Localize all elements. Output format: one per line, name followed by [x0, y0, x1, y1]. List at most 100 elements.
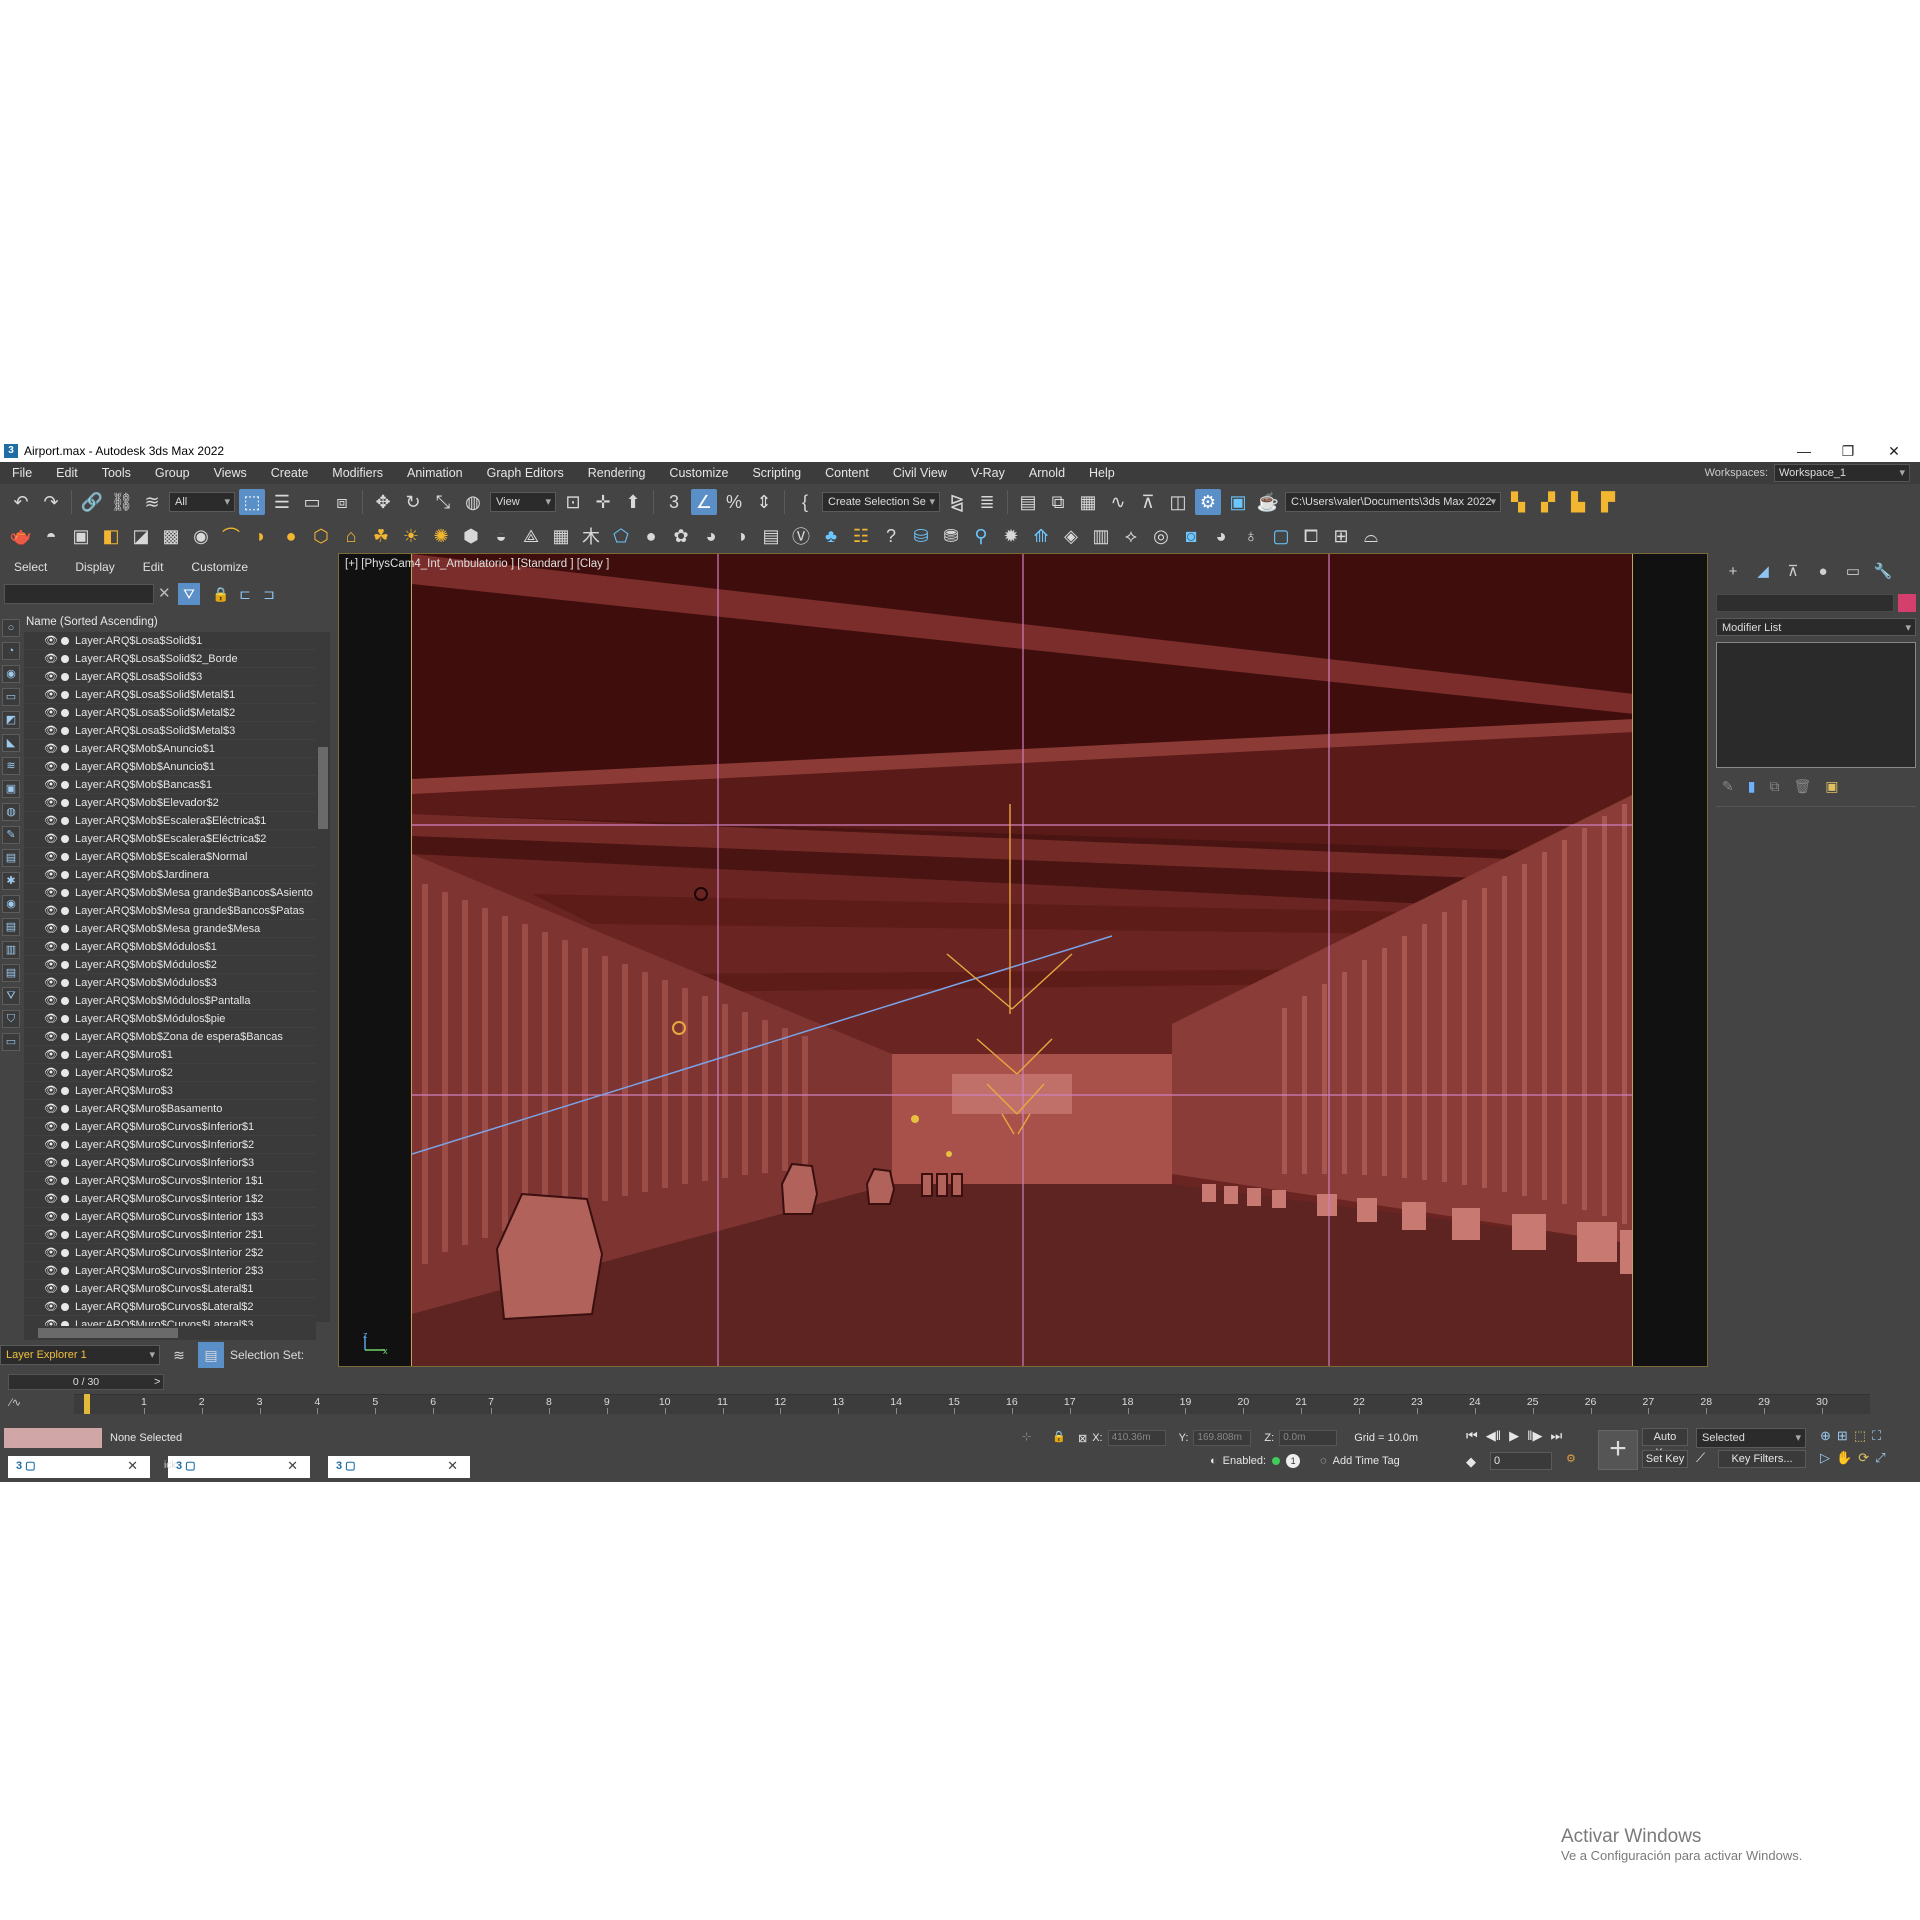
visibility-eye-icon[interactable]: 👁 [44, 670, 58, 683]
visibility-eye-icon[interactable]: 👁 [44, 832, 58, 845]
workspace-dropdown[interactable]: Workspace_1 [1774, 464, 1910, 482]
freeze-toggle-icon[interactable] [61, 1050, 69, 1059]
angle-snap-icon[interactable]: ∠ [691, 489, 717, 515]
freeze-toggle-icon[interactable] [61, 1302, 69, 1311]
create-tab-icon[interactable]: + [1722, 562, 1744, 582]
make-unique-icon[interactable]: ⧉ [1769, 778, 1779, 795]
visibility-eye-icon[interactable]: 👁 [44, 976, 58, 989]
menu-item[interactable]: Customize [657, 466, 740, 480]
ies-light-icon[interactable]: ⬡ [308, 523, 334, 549]
render-production-icon[interactable]: ☕ [1255, 489, 1281, 515]
visibility-eye-icon[interactable]: 👁 [44, 1174, 58, 1187]
project-save-icon[interactable]: ▙ [1565, 489, 1591, 515]
remove-modifier-icon[interactable]: 🗑 [1793, 778, 1811, 795]
forest-icon[interactable]: ♣ [818, 523, 844, 549]
hierarchy-tab-icon[interactable]: ⊼ [1782, 562, 1804, 582]
layer-row[interactable]: 👁 Layer:ARQ$Muro$Curvos$Inferior$3 [24, 1154, 316, 1172]
key-filters-button[interactable]: Key Filters... [1718, 1450, 1806, 1468]
menu-item[interactable]: Animation [395, 466, 475, 480]
sun-light-icon[interactable]: ● [278, 523, 304, 549]
layer-explorer-menu-item[interactable]: Display [61, 560, 128, 574]
selection-filter-dropdown[interactable]: All [169, 492, 235, 512]
manipulate-icon[interactable]: ✛ [590, 489, 616, 515]
layer-row[interactable]: 👁 Layer:ARQ$Mob$Mesa grande$Bancos$Asient… [24, 884, 316, 902]
freeze-toggle-icon[interactable] [61, 906, 69, 915]
vfb-icon[interactable]: ▩ [158, 523, 184, 549]
layer-row[interactable]: 👁 Layer:ARQ$Muro$Curvos$Lateral$2 [24, 1298, 316, 1316]
visibility-eye-icon[interactable]: 👁 [44, 634, 58, 647]
layer-row[interactable]: 👁 Layer:ARQ$Muro$Curvos$Lateral$1 [24, 1280, 316, 1298]
display-cameras-icon[interactable]: ◩ [2, 711, 20, 729]
display-hidden-icon[interactable]: ◉ [2, 895, 20, 913]
layer-row[interactable]: 👁 Layer:ARQ$Muro$Basamento [24, 1100, 316, 1118]
close-tab-icon[interactable]: ✕ [447, 1458, 458, 1474]
vray-lister-icon[interactable]: ◧ [98, 523, 124, 549]
filter-toggle-icon[interactable]: ⛛ [2, 987, 20, 1005]
menu-item[interactable]: Modifiers [320, 466, 395, 480]
close-button[interactable]: ✕ [1872, 440, 1916, 462]
visibility-eye-icon[interactable]: 👁 [44, 958, 58, 971]
material-editor-icon[interactable]: ◫ [1165, 489, 1191, 515]
zoom-all-icon[interactable]: ⊞ [1837, 1428, 1848, 1444]
layer-row[interactable]: 👁 Layer:ARQ$Losa$Solid$Metal$1 [24, 686, 316, 704]
freeze-toggle-icon[interactable] [61, 1230, 69, 1239]
scale-icon[interactable]: ⤡ [430, 489, 456, 515]
menu-item[interactable]: Help [1077, 466, 1127, 480]
spinner-snap-icon[interactable]: ⇕ [751, 489, 777, 515]
visibility-eye-icon[interactable]: 👁 [44, 922, 58, 935]
edit-named-selection-icon[interactable]: { [792, 489, 818, 515]
select-by-name-icon[interactable]: ☰ [269, 489, 295, 515]
freeze-toggle-icon[interactable] [61, 1140, 69, 1149]
visibility-eye-icon[interactable]: 👁 [44, 724, 58, 737]
curve-toggle-icon[interactable]: ∕∿ [10, 1396, 70, 1414]
arnold-bulb-icon[interactable]: ♁ [1238, 523, 1264, 549]
camera-viewport[interactable]: [+] [PhysCam4_Int_Ambulatorio ] [Standar… [338, 553, 1708, 1367]
freeze-toggle-icon[interactable] [61, 1248, 69, 1257]
arnold-light-icon[interactable]: ⚲ [968, 523, 994, 549]
layer-explorer-menu-item[interactable]: Edit [129, 560, 178, 574]
freeze-toggle-icon[interactable] [61, 924, 69, 933]
display-xrefs-icon[interactable]: ◍ [2, 803, 20, 821]
freeze-toggle-icon[interactable] [61, 1212, 69, 1221]
ambient-light-icon[interactable]: ✺ [428, 523, 454, 549]
layer-row[interactable]: 👁 Layer:ARQ$Muro$Curvos$Interior 1$3 [24, 1208, 316, 1226]
freeze-toggle-icon[interactable] [61, 942, 69, 951]
window-crossing-icon[interactable]: ⧈ [329, 489, 355, 515]
modify-tab-icon[interactable]: ◢ [1752, 562, 1774, 582]
layer-row[interactable]: 👁 Layer:ARQ$Muro$2 [24, 1064, 316, 1082]
layer-row[interactable]: 👁 Layer:ARQ$Muro$Curvos$Inferior$2 [24, 1136, 316, 1154]
named-selection-dropdown[interactable]: Create Selection Se [822, 492, 940, 512]
display-spacewarps-icon[interactable]: ≋ [2, 757, 20, 775]
layer-row[interactable]: 👁 Layer:ARQ$Muro$Curvos$Interior 1$1 [24, 1172, 316, 1190]
freeze-toggle-icon[interactable] [61, 1266, 69, 1275]
freeze-toggle-icon[interactable] [61, 1158, 69, 1167]
motion-tab-icon[interactable]: ● [1812, 562, 1834, 582]
freeze-toggle-icon[interactable] [61, 690, 69, 699]
vray-camera-icon[interactable]: ◪ [128, 523, 154, 549]
dome-light-icon[interactable]: ⌒ [218, 523, 244, 549]
add-time-tag[interactable]: Add Time Tag [1333, 1455, 1400, 1467]
project-settings-icon[interactable]: ▛ [1595, 489, 1621, 515]
freeze-toggle-icon[interactable] [61, 852, 69, 861]
current-frame-marker[interactable] [84, 1394, 90, 1414]
name-column-header[interactable]: Name (Sorted Ascending) [24, 613, 334, 632]
key-mode-icon[interactable]: ◆ [1466, 1454, 1476, 1470]
layer-row[interactable]: 👁 Layer:ARQ$Mob$Módulos$1 [24, 938, 316, 956]
set-keys-icon[interactable]: + [1598, 1430, 1638, 1470]
menu-item[interactable]: V-Ray [959, 466, 1017, 480]
display-helpers-icon[interactable]: ◣ [2, 734, 20, 752]
filter-options-icon[interactable]: ⛉ [2, 1010, 20, 1028]
go-to-start-icon[interactable]: ⏮ [1466, 1428, 1478, 1444]
redo-icon[interactable]: ↷ [38, 489, 64, 515]
light-point-icon[interactable] [946, 1151, 952, 1157]
list-icon[interactable]: ☷ [848, 523, 874, 549]
utilities-tab-icon[interactable]: 🔧 [1872, 562, 1894, 582]
display-shapes-icon[interactable]: ▭ [2, 688, 20, 706]
ref-coord-dropdown[interactable]: View [490, 492, 556, 512]
rendered-frame-icon[interactable]: ▣ [1225, 489, 1251, 515]
scene-tab[interactable]: ick 3 ▢ ✕ [164, 1456, 310, 1478]
menu-item[interactable]: Create [259, 466, 321, 480]
minimize-button[interactable]: — [1782, 440, 1826, 462]
scrollbar-thumb[interactable] [318, 747, 328, 829]
visibility-eye-icon[interactable]: 👁 [44, 1264, 58, 1277]
